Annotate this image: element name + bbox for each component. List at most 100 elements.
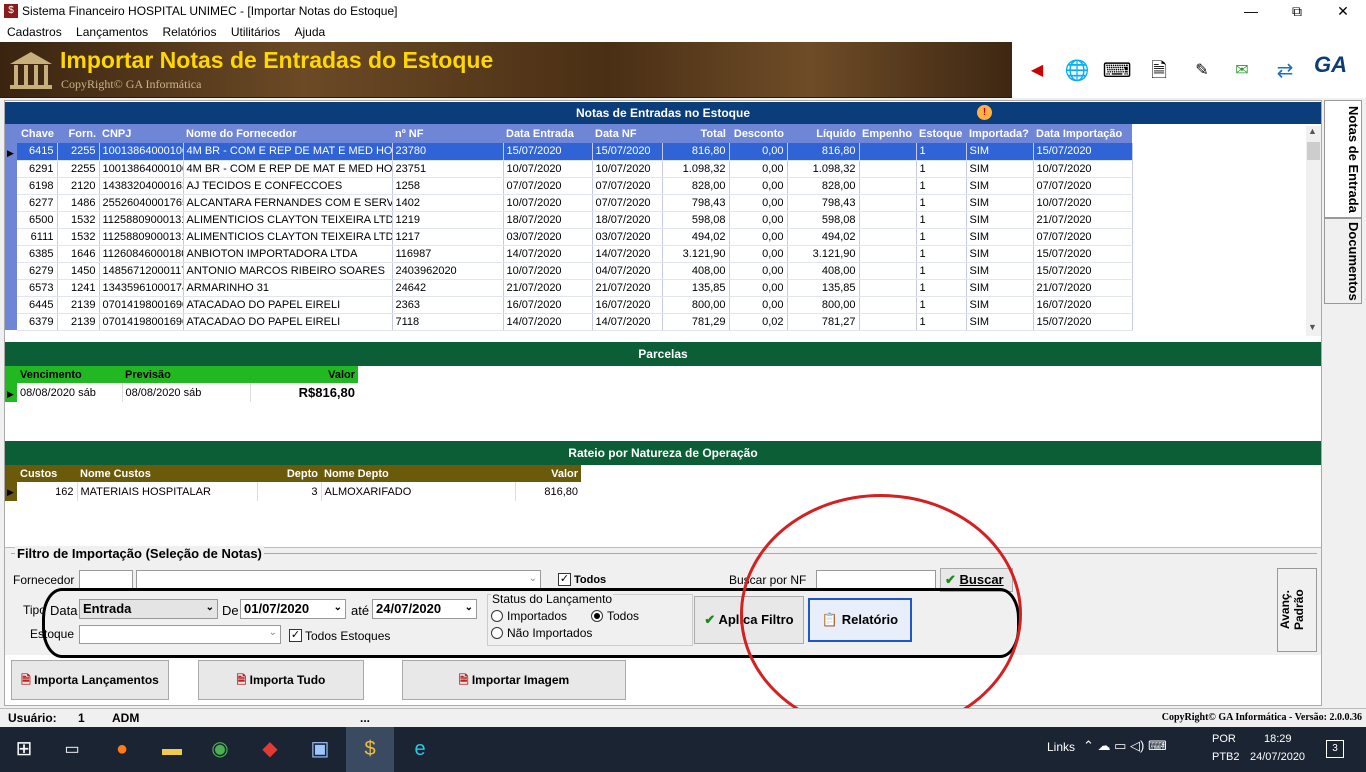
table-row[interactable]: 6277 1486 25526040001765 ALCANTARA FERNANDE…	[17, 194, 1133, 212]
avancado-padrao-tab[interactable]: Avanç. Padrão	[1277, 568, 1317, 652]
anydesk-icon[interactable]: ◆	[246, 727, 294, 772]
buscar-button[interactable]: ✔ Buscar	[940, 568, 1013, 592]
data-ate-value: 24/07/2020	[376, 601, 442, 616]
links-label[interactable]: Links	[1047, 740, 1075, 754]
col-13[interactable]: Data Importação	[1033, 124, 1132, 143]
col-7[interactable]: Total	[662, 124, 729, 143]
table-row[interactable]: 6291 2255 10013864000100 4M BR - COM E REP …	[17, 160, 1133, 178]
table-cell: 798,43	[662, 194, 730, 212]
radio-importados[interactable]	[491, 610, 503, 622]
table-row[interactable]: 6379 2139 07014198001690 ATACADAO DO PAPEL …	[17, 313, 1133, 331]
todos-checkbox[interactable]: ✓	[558, 573, 571, 586]
table-cell: 6111	[17, 228, 58, 246]
table-row[interactable]: 6415 2255 10013864000100 4M BR - COM E REP …	[17, 143, 1133, 161]
importar-imagem-button[interactable]: 🗎 Importar Imagem	[402, 660, 626, 700]
tipo-select[interactable]: Entrada ⌄	[79, 599, 218, 619]
firefox-icon[interactable]: ●	[98, 727, 146, 772]
sms-icon[interactable]: ✉	[1227, 56, 1257, 86]
table-row[interactable]: 6279 1450 14856712000117 ANTONIO MARCOS RIB…	[17, 262, 1133, 280]
documents-icon[interactable]: 🗎	[1144, 56, 1174, 86]
network-icon[interactable]: ⇄	[1270, 56, 1300, 86]
menu-cadastros[interactable]: Cadastros	[7, 25, 62, 39]
col-0[interactable]: Chave	[17, 124, 57, 143]
fornecedor-code-input[interactable]	[79, 570, 133, 590]
table-row[interactable]: 6198 2120 14383204000163 AJ TECIDOS E CONFE…	[17, 177, 1133, 195]
col-6[interactable]: Data NF	[592, 124, 662, 143]
tools-icon[interactable]: ✎	[1187, 56, 1217, 86]
notas-scrollbar[interactable]: ▲ ▼	[1306, 126, 1321, 336]
tray-icons[interactable]: ⌃ ☁ ▭ ◁) ⌨	[1083, 738, 1167, 754]
table-cell: 1217	[392, 228, 504, 246]
usuario-id: 1	[78, 711, 85, 725]
col-12[interactable]: Importada?	[966, 124, 1033, 143]
table-row[interactable]: 6445 2139 07014198001690 ATACADAO DO PAPEL …	[17, 296, 1133, 314]
scroll-down-icon[interactable]: ▼	[1308, 322, 1317, 332]
col-10[interactable]: Empenho	[859, 124, 916, 143]
data-de-picker[interactable]: 01/07/2020 ⌄	[240, 599, 346, 619]
notas-table: Chave Forn. CNPJ Nome do Fornecedor nº NF Dat…	[17, 124, 1133, 331]
menu-relatorios[interactable]: Relatórios	[162, 25, 216, 39]
table-cell: ALCANTARA FERNANDES COM E SERV LTDA	[183, 194, 393, 212]
maximize-button[interactable]: ⧉	[1274, 0, 1320, 24]
edge-icon[interactable]: e	[396, 727, 444, 772]
table-cell: 21/07/2020	[503, 279, 593, 297]
scroll-thumb[interactable]	[1307, 142, 1320, 160]
relatorio-button[interactable]: 📋 Relatório	[808, 598, 912, 642]
close-button[interactable]: ✕	[1320, 0, 1366, 24]
tipo-select-value: Entrada	[83, 601, 132, 616]
table-row[interactable]: 6111 1532 11258809000131 ALIMENTICIOS CLAYT…	[17, 228, 1133, 246]
table-row[interactable]: 6500 1532 11258809000131 ALIMENTICIOS CLAYT…	[17, 211, 1133, 229]
col-9[interactable]: Líquido	[787, 124, 859, 143]
radio-todos[interactable]	[591, 610, 603, 622]
table-cell: 781,27	[787, 313, 860, 331]
folder-icon[interactable]: ▬	[148, 727, 196, 772]
back-arrow-icon[interactable]: ◀	[1022, 56, 1052, 86]
col-2[interactable]: CNPJ	[99, 124, 183, 143]
radio-nao-importados[interactable]	[491, 627, 503, 639]
col-3[interactable]: Nome do Fornecedor	[183, 124, 392, 143]
table-row[interactable]: 6385 1646 11260846000180 ANBIOTON IMPORTADO…	[17, 245, 1133, 263]
scroll-up-icon[interactable]: ▲	[1308, 126, 1317, 136]
minimize-button[interactable]: —	[1228, 0, 1274, 24]
parcela-row[interactable]: 08/08/2020 sáb 08/08/2020 sáb R$816,80	[17, 383, 358, 402]
col-4[interactable]: nº NF	[392, 124, 503, 143]
col-5[interactable]: Data Entrada	[503, 124, 592, 143]
lang-1[interactable]: POR	[1212, 733, 1236, 745]
clock-date[interactable]: 24/07/2020	[1250, 751, 1305, 763]
table-cell: 0,00	[729, 194, 788, 212]
task-view-icon[interactable]: ▭	[48, 727, 96, 772]
parcelas-header: Parcelas	[5, 342, 1321, 366]
radio-todos-label: Todos	[607, 609, 640, 623]
importa-tudo-button[interactable]: 🗎 Importa Tudo	[198, 660, 364, 700]
parcelas-pointer-icon: ▶	[7, 389, 14, 399]
keyboard-icon[interactable]: ⌨	[1102, 56, 1132, 86]
banner: Importar Notas de Entradas do Estoque Co…	[0, 42, 1012, 98]
col-11[interactable]: Estoque	[916, 124, 966, 143]
lang-2[interactable]: PTB2	[1212, 751, 1240, 763]
windows-start-icon[interactable]: ⊞	[0, 727, 48, 772]
tab-notas-de-entrada[interactable]: Notas de Entrada	[1324, 100, 1362, 218]
menu-lancamentos[interactable]: Lançamentos	[76, 25, 148, 39]
banner-title: Importar Notas de Entradas do Estoque	[60, 47, 494, 73]
col-8[interactable]: Desconto	[729, 124, 787, 143]
importa-lancamentos-button[interactable]: 🗎 Importa Lançamentos	[11, 660, 169, 700]
rateio-row[interactable]: 162 MATERIAIS HOSPITALAR 3 ALMOXARIFADO …	[17, 482, 581, 501]
chrome-icon[interactable]: ◉	[196, 727, 244, 772]
buscar-nf-input[interactable]	[816, 570, 936, 590]
globe-icon[interactable]: 🌐	[1062, 56, 1092, 86]
remote-desktop-icon[interactable]: ▣	[296, 727, 344, 772]
aplica-filtro-button[interactable]: ✔ Aplica Filtro	[694, 596, 804, 644]
table-row[interactable]: 6573 1241 13435961000174 ARMARINHO 31 24642 2…	[17, 279, 1133, 297]
fornecedor-combo[interactable]: ⌄	[136, 570, 541, 590]
clock-time[interactable]: 18:29	[1264, 733, 1292, 745]
menu-utilitarios[interactable]: Utilitários	[231, 25, 280, 39]
data-ate-picker[interactable]: 24/07/2020 ⌄	[372, 599, 477, 619]
col-1[interactable]: Forn.	[57, 124, 99, 143]
estoque-combo[interactable]: ⌄	[79, 625, 281, 644]
notification-icon[interactable]: 3	[1326, 740, 1344, 758]
menu-ajuda[interactable]: Ajuda	[295, 25, 326, 39]
app-taskbar-icon[interactable]: $	[346, 727, 394, 772]
todos-estoques-checkbox[interactable]: ✓	[289, 629, 302, 642]
alert-icon[interactable]: !	[977, 105, 992, 120]
tab-documentos[interactable]: Documentos	[1324, 218, 1362, 304]
